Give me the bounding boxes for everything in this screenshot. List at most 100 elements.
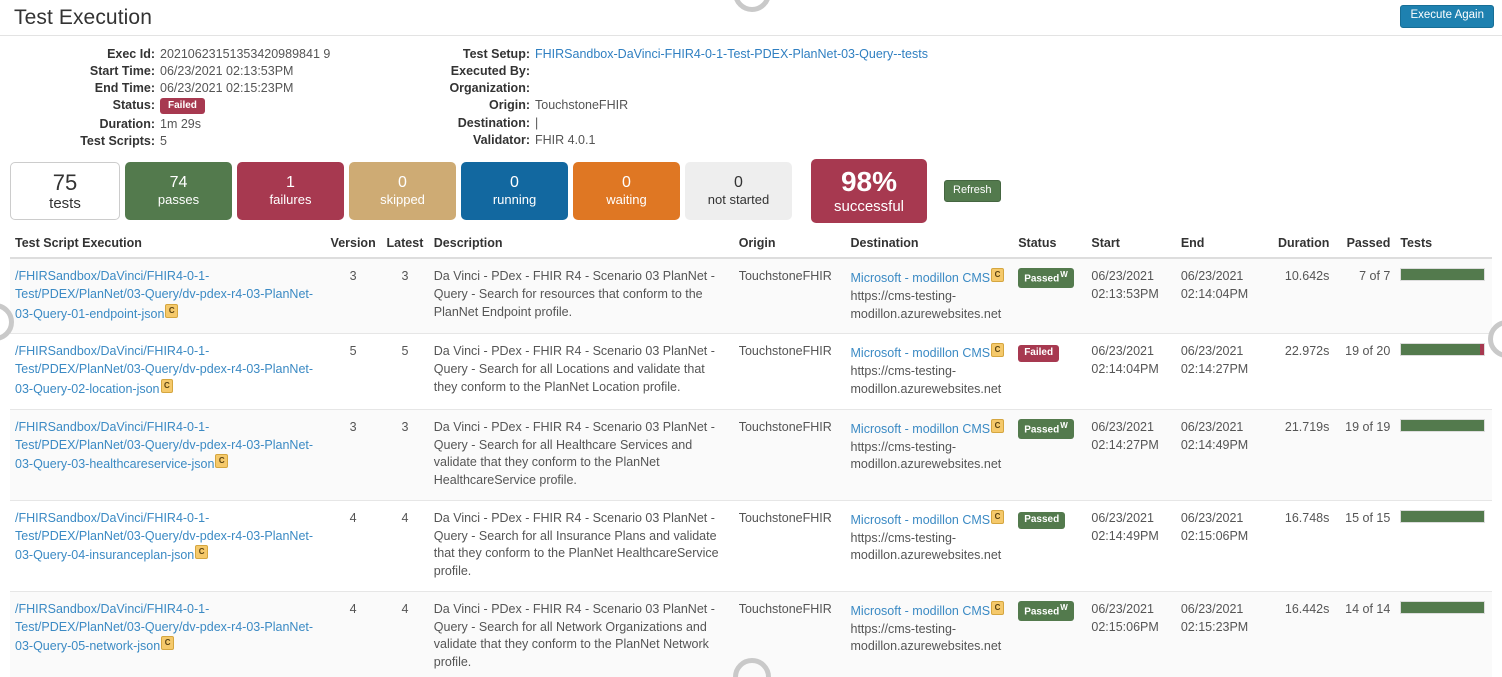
destination-link[interactable]: Microsoft - modillon CMS — [851, 271, 991, 285]
table-row[interactable]: /FHIRSandbox/DaVinci/FHIR4-0-1-Test/PDEX… — [10, 334, 1492, 409]
detail-row: Validator:FHIR 4.0.1 — [395, 132, 1095, 149]
detail-label: End Time: — [0, 79, 160, 96]
cell-start: 06/23/202102:14:04PM — [1086, 334, 1175, 409]
cell-end-date: 06/23/2021 — [1181, 419, 1260, 437]
cell-tests-bar — [1395, 258, 1492, 334]
stat-label: passes — [158, 193, 199, 208]
cell-end-time: 02:14:27PM — [1181, 361, 1260, 379]
stat-box-running[interactable]: 0running — [461, 162, 568, 220]
column-header-passed[interactable]: Passed — [1334, 232, 1395, 258]
detail-value: 1m 29s — [160, 115, 395, 132]
refresh-button[interactable]: Refresh — [944, 180, 1001, 202]
tests-progress-bar — [1400, 343, 1485, 356]
column-header-tests[interactable]: Tests — [1395, 232, 1492, 258]
cell-start-date: 06/23/2021 — [1091, 268, 1170, 286]
detail-row: Organization: — [395, 80, 1095, 97]
stat-box-failures[interactable]: 1failures — [237, 162, 344, 220]
execute-again-button[interactable]: Execute Again — [1400, 5, 1494, 28]
destination-link[interactable]: Microsoft - modillon CMS — [851, 604, 991, 618]
destination-url: https://cms-testing-modillon.azurewebsit… — [851, 621, 1009, 657]
destination-link[interactable]: Microsoft - modillon CMS — [851, 422, 991, 436]
detail-label: Test Setup: — [395, 45, 535, 62]
table-row[interactable]: /FHIRSandbox/DaVinci/FHIR4-0-1-Test/PDEX… — [10, 258, 1492, 334]
stat-box-passes[interactable]: 74passes — [125, 162, 232, 220]
cell-status: Failed — [1013, 334, 1086, 409]
stat-box-tests[interactable]: 75tests — [10, 162, 120, 220]
stat-label: failures — [270, 193, 312, 208]
stat-label: tests — [49, 195, 81, 212]
status-badge[interactable]: PassedW — [1018, 268, 1074, 288]
status-badge[interactable]: PassedW — [1018, 419, 1074, 439]
cell-latest: 5 — [381, 334, 429, 409]
column-header-end[interactable]: End — [1176, 232, 1265, 258]
execution-details-right: Test Setup:FHIRSandbox-DaVinci-FHIR4-0-1… — [395, 45, 1095, 149]
column-header-duration[interactable]: Duration — [1265, 232, 1334, 258]
column-header-latest[interactable]: Latest — [381, 232, 429, 258]
detail-label: Test Scripts: — [0, 132, 160, 149]
column-header-description[interactable]: Description — [429, 232, 734, 258]
cell-destination: Microsoft - modillon CMSChttps://cms-tes… — [846, 409, 1014, 500]
column-header-version[interactable]: Version — [325, 232, 381, 258]
conformance-badge-icon[interactable]: C — [215, 454, 228, 468]
conformance-badge-icon[interactable]: C — [165, 304, 178, 318]
cell-start-date: 06/23/2021 — [1091, 343, 1170, 361]
column-header-destination[interactable]: Destination — [846, 232, 1014, 258]
percent-label: successful — [834, 198, 904, 215]
cell-description: Da Vinci - PDex - FHIR R4 - Scenario 03 … — [429, 591, 734, 677]
table-row[interactable]: /FHIRSandbox/DaVinci/FHIR4-0-1-Test/PDEX… — [10, 409, 1492, 500]
stat-label: skipped — [380, 193, 425, 208]
cell-end: 06/23/202102:14:49PM — [1176, 409, 1265, 500]
detail-label: Start Time: — [0, 62, 160, 79]
tests-progress-bar — [1400, 419, 1485, 432]
stat-label: waiting — [606, 193, 646, 208]
cell-tests-bar — [1395, 334, 1492, 409]
destination-url: https://cms-testing-modillon.azurewebsit… — [851, 530, 1009, 566]
status-badge[interactable]: Failed — [1018, 345, 1059, 362]
cell-start: 06/23/202102:14:49PM — [1086, 500, 1175, 591]
cell-start: 06/23/202102:13:53PM — [1086, 258, 1175, 334]
conformance-badge-icon[interactable]: C — [991, 268, 1004, 282]
column-header-origin[interactable]: Origin — [734, 232, 846, 258]
cell-latest: 3 — [381, 409, 429, 500]
cell-end-time: 02:15:23PM — [1181, 619, 1260, 637]
status-badge[interactable]: Passed — [1018, 512, 1065, 529]
test-script-link[interactable]: /FHIRSandbox/DaVinci/FHIR4-0-1-Test/PDEX… — [15, 420, 313, 472]
tests-bar-passed-segment — [1401, 511, 1484, 522]
stat-label: not started — [708, 193, 769, 208]
status-badge[interactable]: PassedW — [1018, 601, 1074, 621]
conformance-badge-icon[interactable]: C — [991, 510, 1004, 524]
destination-url: https://cms-testing-modillon.azurewebsit… — [851, 363, 1009, 399]
stat-box-not-started[interactable]: 0not started — [685, 162, 792, 220]
conformance-badge-icon[interactable]: C — [991, 601, 1004, 615]
column-header-start[interactable]: Start — [1086, 232, 1175, 258]
conformance-badge-icon[interactable]: C — [991, 419, 1004, 433]
cell-origin: TouchstoneFHIR — [734, 409, 846, 500]
stat-number: 0 — [398, 174, 407, 192]
table-row[interactable]: /FHIRSandbox/DaVinci/FHIR4-0-1-Test/PDEX… — [10, 500, 1492, 591]
column-header-status[interactable]: Status — [1013, 232, 1086, 258]
cell-description: Da Vinci - PDex - FHIR R4 - Scenario 03 … — [429, 334, 734, 409]
cell-test-script-execution: /FHIRSandbox/DaVinci/FHIR4-0-1-Test/PDEX… — [10, 258, 325, 334]
tests-bar-passed-segment — [1401, 420, 1484, 431]
stat-label: running — [493, 193, 536, 208]
stat-box-skipped[interactable]: 0skipped — [349, 162, 456, 220]
conformance-badge-icon[interactable]: C — [161, 636, 174, 650]
cell-status: PassedW — [1013, 591, 1086, 677]
column-header-test-script-execution[interactable]: Test Script Execution — [10, 232, 325, 258]
test-script-link[interactable]: /FHIRSandbox/DaVinci/FHIR4-0-1-Test/PDEX… — [15, 511, 313, 563]
detail-row: Destination:| — [395, 114, 1095, 131]
conformance-badge-icon[interactable]: C — [161, 379, 174, 393]
cell-passed: 7 of 7 — [1334, 258, 1395, 334]
detail-value: 06/23/2021 02:13:53PM — [160, 62, 395, 79]
cell-start-date: 06/23/2021 — [1091, 601, 1170, 619]
cell-start-time: 02:14:49PM — [1091, 528, 1170, 546]
detail-value: | — [535, 114, 1095, 131]
stat-box-waiting[interactable]: 0waiting — [573, 162, 680, 220]
conformance-badge-icon[interactable]: C — [195, 545, 208, 559]
destination-link[interactable]: Microsoft - modillon CMS — [851, 347, 991, 361]
test-script-link[interactable]: /FHIRSandbox/DaVinci/FHIR4-0-1-Test/PDEX… — [15, 269, 313, 321]
destination-link[interactable]: Microsoft - modillon CMS — [851, 513, 991, 527]
conformance-badge-icon[interactable]: C — [991, 343, 1004, 357]
cell-test-script-execution: /FHIRSandbox/DaVinci/FHIR4-0-1-Test/PDEX… — [10, 591, 325, 677]
detail-value[interactable]: FHIRSandbox-DaVinci-FHIR4-0-1-Test-PDEX-… — [535, 45, 1095, 62]
